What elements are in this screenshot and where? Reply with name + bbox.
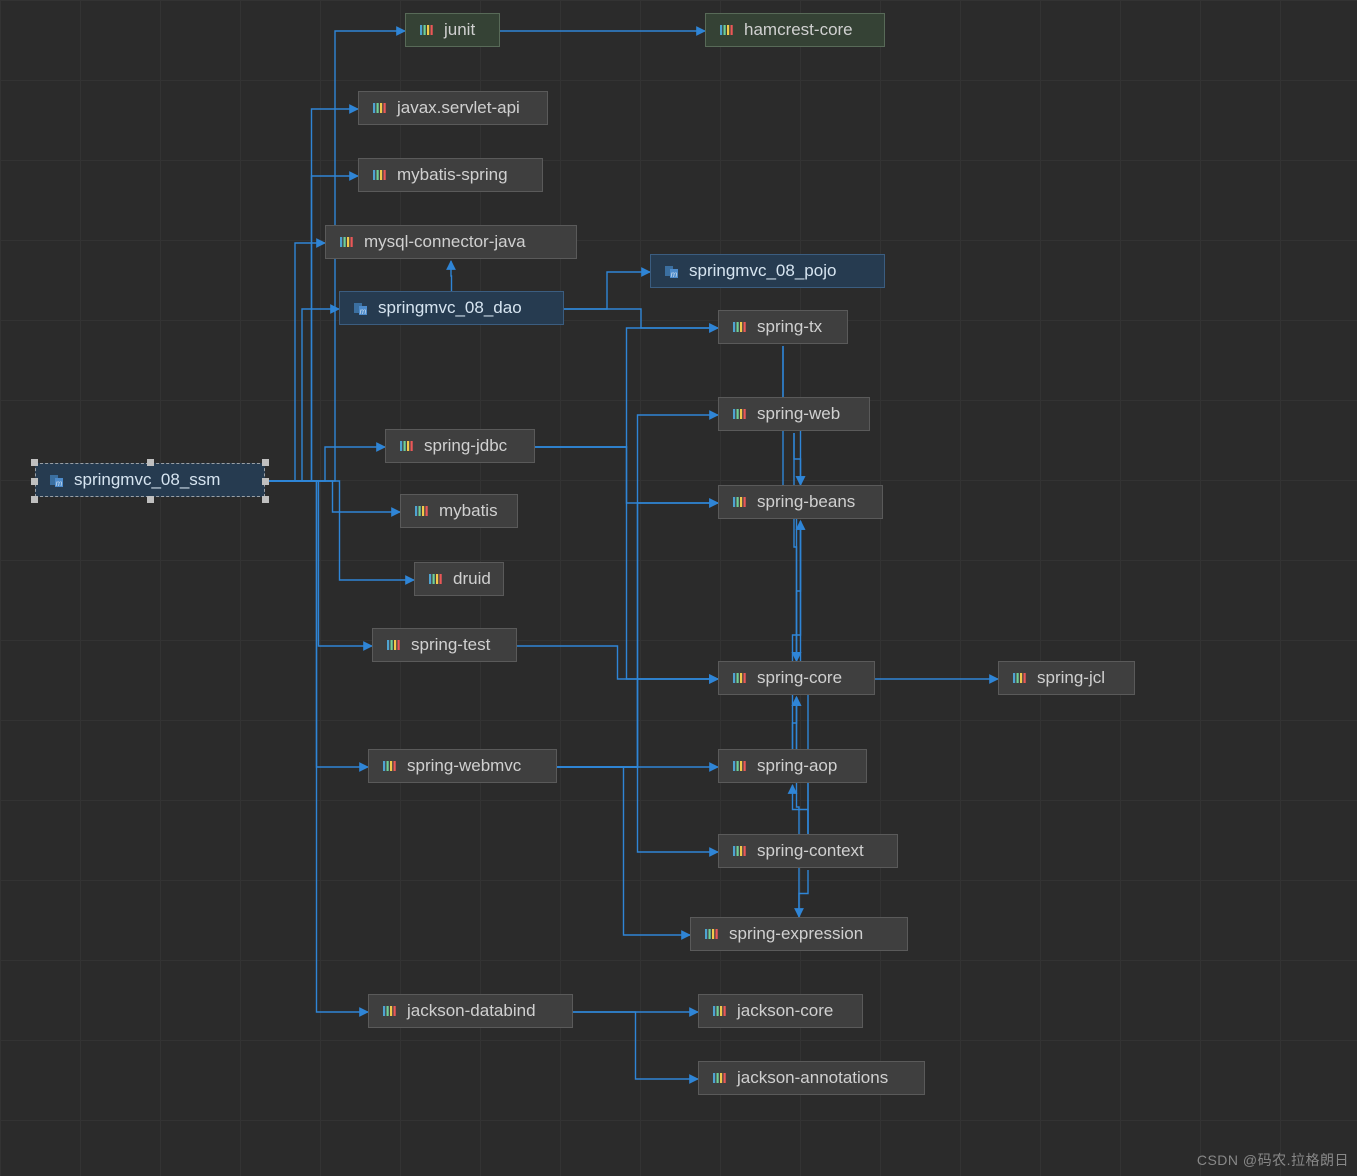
selection-handle[interactable] (31, 478, 38, 485)
node-spring_web[interactable]: spring-web (718, 397, 870, 431)
library-icon (731, 842, 749, 860)
svg-text:m: m (360, 307, 367, 316)
node-label: mybatis (439, 501, 498, 521)
dependency-edges (0, 0, 1357, 1176)
library-icon (718, 21, 736, 39)
module-icon: m (352, 299, 370, 317)
node-label: hamcrest-core (744, 20, 853, 40)
library-icon (427, 570, 445, 588)
node-druid[interactable]: druid (414, 562, 504, 596)
library-icon (398, 437, 416, 455)
node-label: spring-web (757, 404, 840, 424)
library-icon (371, 166, 389, 184)
node-label: spring-jdbc (424, 436, 507, 456)
node-junit[interactable]: junit (405, 13, 500, 47)
node-label: spring-expression (729, 924, 863, 944)
library-icon (418, 21, 436, 39)
selection-handle[interactable] (262, 459, 269, 466)
node-jackson_ann[interactable]: jackson-annotations (698, 1061, 925, 1095)
library-icon (711, 1069, 729, 1087)
selection-handle[interactable] (31, 496, 38, 503)
node-label: spring-tx (757, 317, 822, 337)
watermark-text: CSDN @码农.拉格朗日 (1197, 1150, 1349, 1170)
node-jackson_core[interactable]: jackson-core (698, 994, 863, 1028)
library-icon (381, 1002, 399, 1020)
library-icon (731, 318, 749, 336)
node-root[interactable]: m springmvc_08_ssm (35, 463, 265, 497)
node-label: druid (453, 569, 491, 589)
library-icon (413, 502, 431, 520)
node-spring_jcl[interactable]: spring-jcl (998, 661, 1135, 695)
node-label: springmvc_08_dao (378, 298, 522, 318)
library-icon (731, 669, 749, 687)
node-label: spring-core (757, 668, 842, 688)
node-spring_tx[interactable]: spring-tx (718, 310, 848, 344)
node-label: springmvc_08_pojo (689, 261, 836, 281)
node-mysql[interactable]: mysql-connector-java (325, 225, 577, 259)
node-spring_webmvc[interactable]: spring-webmvc (368, 749, 557, 783)
node-mybatis_spring[interactable]: mybatis-spring (358, 158, 543, 192)
module-icon: m (663, 262, 681, 280)
library-icon (711, 1002, 729, 1020)
node-label: spring-test (411, 635, 490, 655)
node-label: spring-beans (757, 492, 855, 512)
library-icon (731, 405, 749, 423)
node-jackson_databind[interactable]: jackson-databind (368, 994, 573, 1028)
selection-handle[interactable] (262, 478, 269, 485)
dependency-diagram-canvas[interactable]: m springmvc_08_ssm junit hamcrest-core javax… (0, 0, 1357, 1176)
selection-handle[interactable] (31, 459, 38, 466)
node-pojo[interactable]: m springmvc_08_pojo (650, 254, 885, 288)
library-icon (731, 757, 749, 775)
node-spring_expr[interactable]: spring-expression (690, 917, 908, 951)
node-label: mybatis-spring (397, 165, 508, 185)
node-label: spring-aop (757, 756, 837, 776)
node-spring_core[interactable]: spring-core (718, 661, 875, 695)
library-icon (371, 99, 389, 117)
library-icon (703, 925, 721, 943)
node-spring_test[interactable]: spring-test (372, 628, 517, 662)
node-spring_beans[interactable]: spring-beans (718, 485, 883, 519)
module-icon: m (48, 471, 66, 489)
selection-handle[interactable] (147, 459, 154, 466)
selection-handle[interactable] (147, 496, 154, 503)
node-label: spring-webmvc (407, 756, 521, 776)
node-spring_aop[interactable]: spring-aop (718, 749, 867, 783)
library-icon (381, 757, 399, 775)
library-icon (731, 493, 749, 511)
node-label: spring-jcl (1037, 668, 1105, 688)
library-icon (1011, 669, 1029, 687)
node-servlet[interactable]: javax.servlet-api (358, 91, 548, 125)
svg-text:m: m (56, 479, 63, 488)
node-mybatis[interactable]: mybatis (400, 494, 518, 528)
node-spring_context[interactable]: spring-context (718, 834, 898, 868)
node-label: jackson-core (737, 1001, 833, 1021)
node-hamcrest[interactable]: hamcrest-core (705, 13, 885, 47)
node-label: springmvc_08_ssm (74, 470, 220, 490)
selection-handle[interactable] (262, 496, 269, 503)
node-label: jackson-databind (407, 1001, 536, 1021)
node-label: jackson-annotations (737, 1068, 888, 1088)
library-icon (385, 636, 403, 654)
node-label: javax.servlet-api (397, 98, 520, 118)
library-icon (338, 233, 356, 251)
node-label: spring-context (757, 841, 864, 861)
node-label: mysql-connector-java (364, 232, 526, 252)
node-spring_jdbc[interactable]: spring-jdbc (385, 429, 535, 463)
svg-text:m: m (671, 270, 678, 279)
node-label: junit (444, 20, 475, 40)
node-dao[interactable]: m springmvc_08_dao (339, 291, 564, 325)
